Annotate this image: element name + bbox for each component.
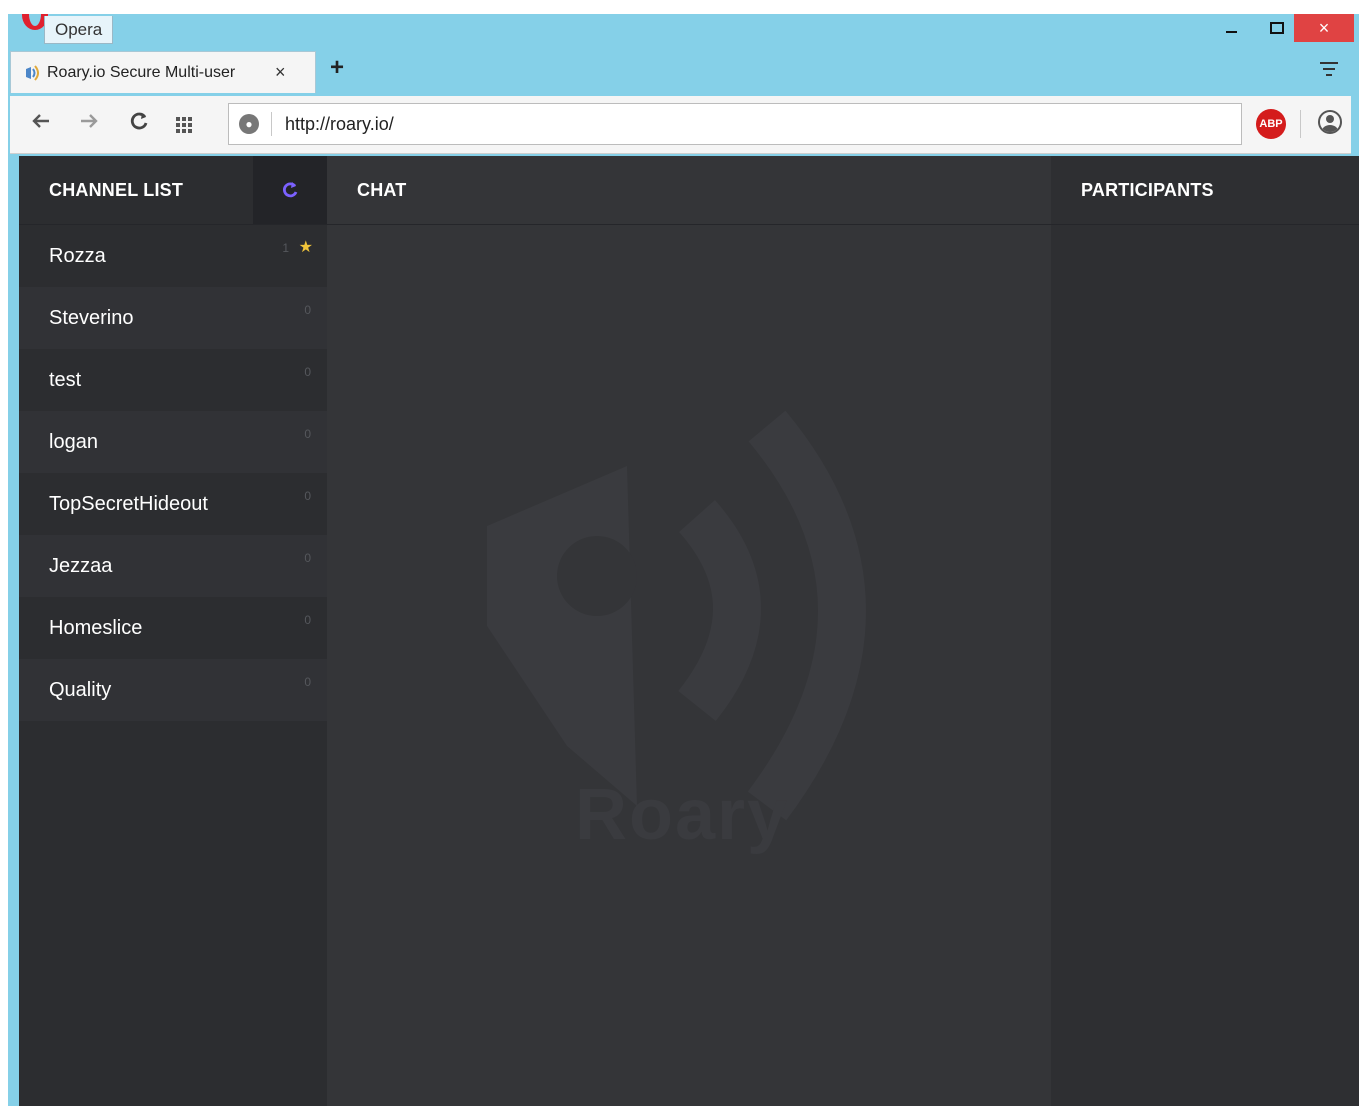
channel-item-steverino[interactable]: Steverino 0 <box>19 287 327 349</box>
channel-name: Homeslice <box>49 616 143 639</box>
maximize-icon <box>1270 22 1284 34</box>
adblock-icon[interactable]: ABP <box>1256 109 1286 139</box>
channel-count: 1 <box>282 241 289 255</box>
channel-list-title: CHANNEL LIST <box>49 179 184 200</box>
chat-title: CHAT <box>357 179 407 200</box>
tab-title: Roary.io Secure Multi-user <box>47 63 236 81</box>
channel-list-panel: CHANNEL LIST Rozza 1 ★ Steverino 0 test … <box>19 156 327 1106</box>
channel-item-jezzaa[interactable]: Jezzaa 0 <box>19 535 327 597</box>
address-field[interactable]: ● http://roary.io/ <box>228 103 1242 145</box>
window-titlebar: Opera × <box>8 14 1359 46</box>
address-toolbar: ● http://roary.io/ ABP <box>10 96 1351 154</box>
opera-menu-button[interactable]: Opera <box>44 16 114 44</box>
channel-count: 0 <box>304 303 311 317</box>
channel-item-logan[interactable]: logan 0 <box>19 411 327 473</box>
participants-header: PARTICIPANTS <box>1051 156 1359 225</box>
refresh-icon <box>283 182 298 198</box>
speed-dial-icon[interactable] <box>176 117 194 133</box>
channel-count: 0 <box>304 489 311 503</box>
channel-name: Steverino <box>49 306 134 329</box>
minimize-button[interactable] <box>1208 14 1254 42</box>
back-arrow-icon <box>32 114 49 128</box>
channel-item-quality[interactable]: Quality 0 <box>19 659 327 721</box>
tab-roary[interactable]: Roary.io Secure Multi-user × <box>10 51 316 93</box>
url-separator <box>271 112 272 136</box>
channel-count: 0 <box>304 675 311 689</box>
channel-count: 0 <box>304 613 311 627</box>
channel-name: Jezzaa <box>49 554 113 577</box>
channel-name: test <box>49 368 82 391</box>
channel-name: TopSecretHideout <box>49 492 208 515</box>
globe-icon: ● <box>239 114 259 134</box>
roary-app: CHANNEL LIST Rozza 1 ★ Steverino 0 test … <box>19 156 1359 1106</box>
url-text[interactable]: http://roary.io/ <box>285 114 394 135</box>
participants-title: PARTICIPANTS <box>1081 179 1214 200</box>
tab-strip: Roary.io Secure Multi-user × + <box>8 46 1359 93</box>
channel-count: 0 <box>304 427 311 441</box>
channel-name: Rozza <box>49 244 106 267</box>
channel-item-test[interactable]: test 0 <box>19 349 327 411</box>
tab-menu-icon[interactable] <box>1320 62 1338 80</box>
refresh-button[interactable] <box>253 156 327 224</box>
roary-favicon-icon <box>21 62 43 84</box>
window-close-button[interactable]: × <box>1294 14 1354 42</box>
tab-close-icon[interactable]: × <box>275 62 286 83</box>
toolbar-separator <box>1300 110 1301 138</box>
forward-arrow-icon <box>81 114 98 128</box>
channel-name: logan <box>49 430 98 453</box>
chat-header: CHAT <box>327 156 1051 225</box>
reload-icon <box>130 112 148 130</box>
channel-list-header: CHANNEL LIST <box>19 156 327 225</box>
forward-button[interactable] <box>78 110 100 139</box>
account-icon[interactable] <box>1318 110 1342 134</box>
new-tab-button[interactable]: + <box>330 54 344 82</box>
back-button[interactable] <box>30 110 52 139</box>
reload-button[interactable] <box>128 110 150 139</box>
channel-item-rozza[interactable]: Rozza 1 ★ <box>19 225 327 287</box>
watermark-text: Roary <box>575 775 790 855</box>
chat-panel: CHAT Roary <box>327 156 1051 1106</box>
channel-item-topsecrethideout[interactable]: TopSecretHideout 0 <box>19 473 327 535</box>
channel-count: 0 <box>304 365 311 379</box>
star-icon[interactable]: ★ <box>299 237 313 257</box>
minimize-icon <box>1225 31 1237 33</box>
channel-item-homeslice[interactable]: Homeslice 0 <box>19 597 327 659</box>
channel-name: Quality <box>49 678 112 701</box>
channel-count: 0 <box>304 551 311 565</box>
participants-panel: PARTICIPANTS <box>1051 156 1359 1106</box>
